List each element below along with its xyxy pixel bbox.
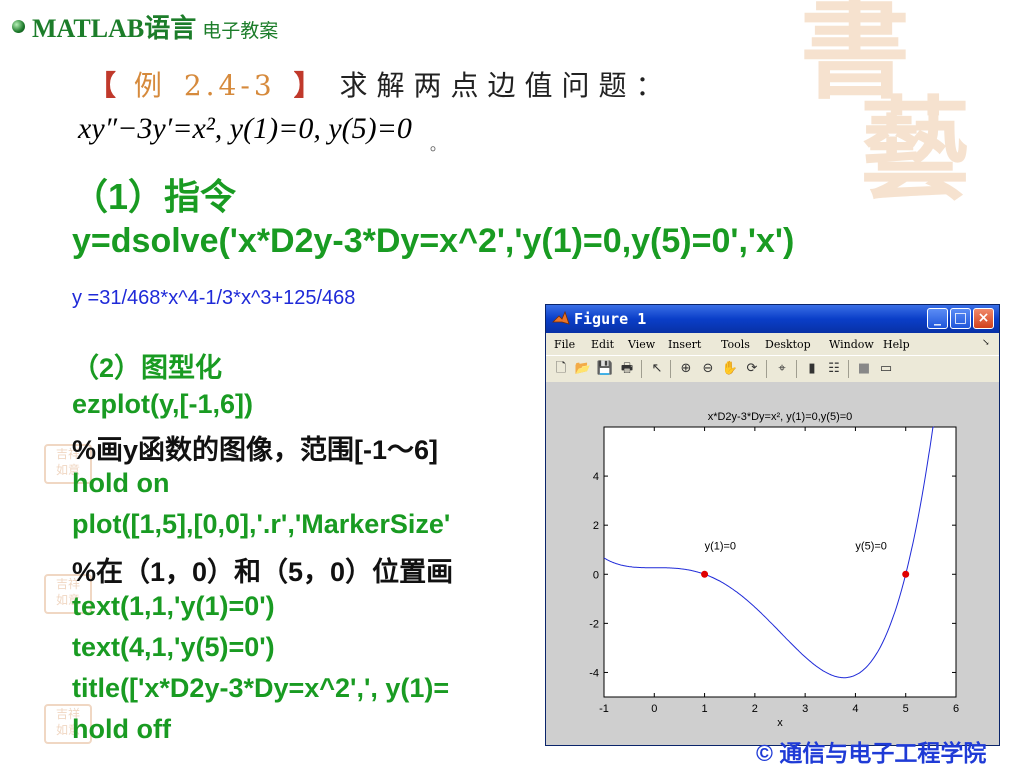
code-comment: %在（1，0）和（5，0）位置画 xyxy=(72,557,454,587)
header-title-text: MATLAB语言 xyxy=(32,14,197,43)
bracket-open: 【 xyxy=(88,69,117,102)
x-tick-label: 1 xyxy=(702,703,708,715)
x-tick-label: 6 xyxy=(953,703,959,715)
menu-insert[interactable]: Insert xyxy=(668,338,701,351)
x-axis-label: x xyxy=(777,717,783,729)
menu-dock-arrow-icon[interactable]: ↘ xyxy=(982,338,990,348)
equation-text: xy″−3y′=x², y(1)=0, y(5)=0 xyxy=(78,112,412,145)
print-icon[interactable]: 🖶 xyxy=(618,360,636,378)
ezplot-chart: x*D2y-3*Dy=x², y(1)=0,y(5)=0 x -1 0 1 2 3 4 5 6… xyxy=(589,411,959,729)
figure-window: Figure 1 _ □ × File Edit View Insert Too… xyxy=(545,304,1000,746)
x-tick-label: 5 xyxy=(903,703,909,715)
y-tick-label: 2 xyxy=(593,520,599,532)
bracket-close: 】 xyxy=(293,69,322,102)
y-tick-label: 0 xyxy=(593,569,599,581)
code-line: title(['x*D2y-3*Dy=x^2',', y(1)= xyxy=(72,673,450,703)
example-label: 例 xyxy=(133,69,166,102)
red-point-marker xyxy=(902,570,910,578)
example-number: 2.4-3 xyxy=(183,69,276,102)
code-line: text(1,1,'y(1)=0') xyxy=(72,591,275,621)
header-subtitle: 电子教案 xyxy=(202,21,279,42)
figure-titlebar[interactable]: Figure 1 _ □ × xyxy=(546,305,999,333)
x-tick-label: 2 xyxy=(752,703,758,715)
menu-tools[interactable]: Tools xyxy=(721,338,750,351)
new-file-icon[interactable]: 🗋 xyxy=(552,360,570,378)
x-tick-label: 0 xyxy=(651,703,657,715)
toolbar-separator xyxy=(766,360,767,378)
example-text: 求解两点边值问题： xyxy=(339,69,673,102)
equation-tail: 。 xyxy=(429,137,446,154)
save-icon[interactable]: 💾 xyxy=(596,360,614,378)
figure-canvas: x*D2y-3*Dy=x², y(1)=0,y(5)=0 x -1 0 1 2 3 4 5 6… xyxy=(546,382,999,745)
pan-hand-icon[interactable]: ✋ xyxy=(721,360,739,378)
y-tick-label: -2 xyxy=(589,618,599,630)
solution-result: y =31/468*x^4-1/3*x^3+125/468 xyxy=(72,287,356,309)
open-folder-icon[interactable]: 📂 xyxy=(574,360,592,378)
red-point-marker xyxy=(701,570,709,578)
step1-label: （1）指令 xyxy=(72,176,237,217)
toolbar-separator xyxy=(796,360,797,378)
legend-icon[interactable]: ☷ xyxy=(825,360,843,378)
x-tick-label: 4 xyxy=(852,703,858,715)
header-title: MATLAB语言 电子教案 xyxy=(32,8,278,45)
minimize-button[interactable]: _ xyxy=(927,308,948,329)
rotate-icon[interactable]: ⟳ xyxy=(743,360,761,378)
code-line: ezplot(y,[-1,6]) xyxy=(72,389,253,419)
step2-label: （2）图型化 xyxy=(72,353,223,383)
hide-plot-tools-icon[interactable]: ■ xyxy=(855,360,873,378)
decorative-calligraphy: 書藝 xyxy=(800,0,970,214)
step1-command: y=dsolve('x*D2y-3*Dy=x^2','y(1)=0,y(5)=0… xyxy=(72,222,795,260)
pointer-icon[interactable]: ↖ xyxy=(648,360,666,378)
menu-file[interactable]: File xyxy=(554,338,575,351)
code-line: plot([1,5],[0,0],'.r','MarkerSize' xyxy=(72,509,451,539)
figure-menubar: File Edit View Insert Tools Desktop Wind… xyxy=(546,333,999,355)
menu-window[interactable]: Window xyxy=(829,338,874,351)
close-button[interactable]: × xyxy=(973,308,994,329)
x-tick-label: 3 xyxy=(802,703,808,715)
code-line: text(4,1,'y(5)=0') xyxy=(72,632,275,662)
menu-desktop[interactable]: Desktop xyxy=(765,338,811,351)
y-tick-label: 4 xyxy=(593,471,599,483)
footer-copyright: © 通信与电子工程学院 xyxy=(756,740,987,766)
x-tick-label: -1 xyxy=(599,703,609,715)
colorbar-icon[interactable]: ▮ xyxy=(803,360,821,378)
menu-view[interactable]: View xyxy=(628,338,655,351)
zoom-in-icon[interactable]: ⊕ xyxy=(677,360,695,378)
zoom-out-icon[interactable]: ⊖ xyxy=(699,360,717,378)
figure-title: Figure 1 xyxy=(574,310,647,328)
chart-title: x*D2y-3*Dy=x², y(1)=0,y(5)=0 xyxy=(708,411,853,423)
y-tick-label: -4 xyxy=(589,667,599,679)
bullet-icon xyxy=(12,20,25,33)
matlab-logo-icon xyxy=(552,310,570,325)
data-cursor-icon[interactable]: ⌖ xyxy=(773,360,791,378)
toolbar-separator xyxy=(670,360,671,378)
example-heading: 【 例 2.4-3 】 求解两点边值问题： xyxy=(88,64,673,104)
axes-box xyxy=(603,426,957,698)
code-line: hold off xyxy=(72,714,171,744)
show-plot-tools-icon[interactable]: ▭ xyxy=(877,360,895,378)
code-comment: %画y函数的图像，范围[-1～6] xyxy=(72,435,439,465)
figure-toolbar: 🗋 📂 💾 🖶 ↖ ⊕ ⊖ ✋ ⟳ ⌖ ▮ ☷ ■ ▭ xyxy=(546,355,999,383)
annotation-label: y(5)=0 xyxy=(855,541,887,553)
menu-help[interactable]: Help xyxy=(883,338,910,351)
toolbar-separator xyxy=(641,360,642,378)
equation: xy″−3y′=x², y(1)=0, y(5)=0 。 xyxy=(78,112,446,155)
code-line: hold on xyxy=(72,468,170,498)
menu-edit[interactable]: Edit xyxy=(591,338,614,351)
annotation-label: y(1)=0 xyxy=(705,541,737,553)
maximize-button[interactable]: □ xyxy=(950,308,971,329)
toolbar-separator xyxy=(848,360,849,378)
